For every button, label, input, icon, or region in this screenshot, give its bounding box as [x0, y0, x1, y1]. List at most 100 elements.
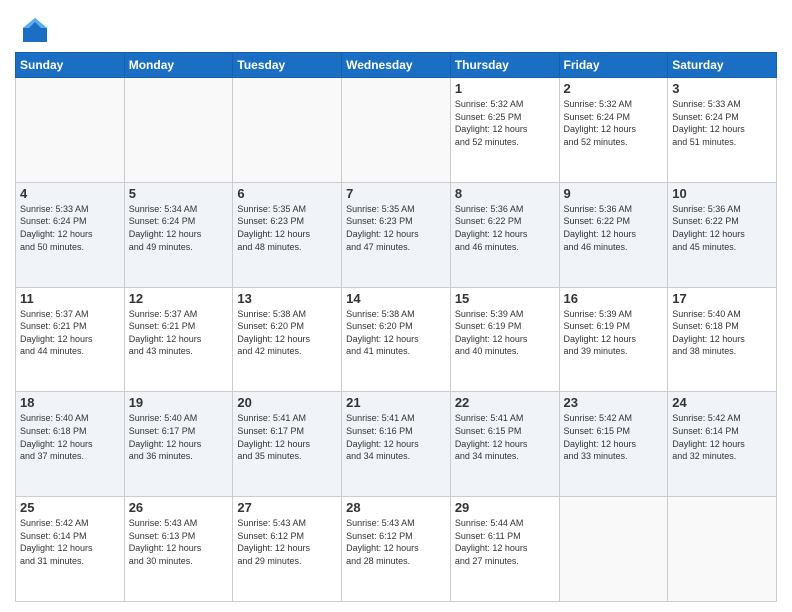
day-number: 17 [672, 291, 772, 306]
day-number: 10 [672, 186, 772, 201]
calendar-cell: 29Sunrise: 5:44 AM Sunset: 6:11 PM Dayli… [450, 497, 559, 602]
weekday-header-sunday: Sunday [16, 53, 125, 78]
calendar-cell: 25Sunrise: 5:42 AM Sunset: 6:14 PM Dayli… [16, 497, 125, 602]
day-info: Sunrise: 5:36 AM Sunset: 6:22 PM Dayligh… [672, 203, 772, 253]
day-number: 24 [672, 395, 772, 410]
day-number: 5 [129, 186, 229, 201]
day-number: 27 [237, 500, 337, 515]
weekday-header-thursday: Thursday [450, 53, 559, 78]
calendar-cell: 11 Sunrise: 5:37 AM Sunset: 6:21 PM Dayli… [16, 287, 125, 392]
day-info: Sunrise: 5:35 AM Sunset: 6:23 PM Dayligh… [346, 203, 446, 253]
calendar-cell: 20 Sunrise: 5:41 AM Sunset: 6:17 PM Dayli… [233, 392, 342, 497]
calendar-cell: 17 Sunrise: 5:40 AM Sunset: 6:18 PM Dayli… [668, 287, 777, 392]
calendar-cell: 2 Sunrise: 5:32 AM Sunset: 6:24 PM Daylig… [559, 78, 668, 183]
day-info: Sunrise: 5:40 AM Sunset: 6:18 PM Dayligh… [20, 412, 120, 462]
day-info: Sunrise: 5:34 AM Sunset: 6:24 PM Dayligh… [129, 203, 229, 253]
day-number: 22 [455, 395, 555, 410]
calendar-cell: 18Sunrise: 5:40 AM Sunset: 6:18 PM Dayli… [16, 392, 125, 497]
day-number: 7 [346, 186, 446, 201]
calendar-cell: 23 Sunrise: 5:42 AM Sunset: 6:15 PM Dayli… [559, 392, 668, 497]
day-number: 3 [672, 81, 772, 96]
day-info: Sunrise: 5:41 AM Sunset: 6:16 PM Dayligh… [346, 412, 446, 462]
week-row-5: 25Sunrise: 5:42 AM Sunset: 6:14 PM Dayli… [16, 497, 777, 602]
calendar-cell: 22 Sunrise: 5:41 AM Sunset: 6:15 PM Dayli… [450, 392, 559, 497]
day-info: Sunrise: 5:42 AM Sunset: 6:14 PM Dayligh… [672, 412, 772, 462]
calendar-cell [559, 497, 668, 602]
calendar-cell [342, 78, 451, 183]
week-row-3: 11 Sunrise: 5:37 AM Sunset: 6:21 PM Dayli… [16, 287, 777, 392]
calendar-cell: 24 Sunrise: 5:42 AM Sunset: 6:14 PM Dayli… [668, 392, 777, 497]
calendar-cell: 12 Sunrise: 5:37 AM Sunset: 6:21 PM Dayli… [124, 287, 233, 392]
day-info: Sunrise: 5:43 AM Sunset: 6:12 PM Dayligh… [237, 517, 337, 567]
calendar-cell: 28 Sunrise: 5:43 AM Sunset: 6:12 PM Dayli… [342, 497, 451, 602]
day-info: Sunrise: 5:37 AM Sunset: 6:21 PM Dayligh… [129, 308, 229, 358]
day-number: 26 [129, 500, 229, 515]
day-number: 29 [455, 500, 555, 515]
calendar-cell: 6 Sunrise: 5:35 AM Sunset: 6:23 PM Daylig… [233, 182, 342, 287]
calendar-cell: 21 Sunrise: 5:41 AM Sunset: 6:16 PM Dayli… [342, 392, 451, 497]
day-number: 15 [455, 291, 555, 306]
day-info: Sunrise: 5:38 AM Sunset: 6:20 PM Dayligh… [346, 308, 446, 358]
day-info: Sunrise: 5:33 AM Sunset: 6:24 PM Dayligh… [20, 203, 120, 253]
day-info: Sunrise: 5:33 AM Sunset: 6:24 PM Dayligh… [672, 98, 772, 148]
weekday-header-wednesday: Wednesday [342, 53, 451, 78]
day-info: Sunrise: 5:42 AM Sunset: 6:15 PM Dayligh… [564, 412, 664, 462]
weekday-header-monday: Monday [124, 53, 233, 78]
day-info: Sunrise: 5:32 AM Sunset: 6:24 PM Dayligh… [564, 98, 664, 148]
calendar-cell [124, 78, 233, 183]
day-info: Sunrise: 5:35 AM Sunset: 6:23 PM Dayligh… [237, 203, 337, 253]
calendar-cell: 5 Sunrise: 5:34 AM Sunset: 6:24 PM Daylig… [124, 182, 233, 287]
weekday-header-tuesday: Tuesday [233, 53, 342, 78]
week-row-4: 18Sunrise: 5:40 AM Sunset: 6:18 PM Dayli… [16, 392, 777, 497]
calendar-table: SundayMondayTuesdayWednesdayThursdayFrid… [15, 52, 777, 602]
calendar-cell: 13Sunrise: 5:38 AM Sunset: 6:20 PM Dayli… [233, 287, 342, 392]
day-number: 9 [564, 186, 664, 201]
day-number: 23 [564, 395, 664, 410]
day-number: 1 [455, 81, 555, 96]
day-number: 6 [237, 186, 337, 201]
weekday-header-saturday: Saturday [668, 53, 777, 78]
day-number: 12 [129, 291, 229, 306]
day-number: 2 [564, 81, 664, 96]
calendar-cell: 16Sunrise: 5:39 AM Sunset: 6:19 PM Dayli… [559, 287, 668, 392]
day-info: Sunrise: 5:37 AM Sunset: 6:21 PM Dayligh… [20, 308, 120, 358]
day-number: 21 [346, 395, 446, 410]
day-number: 11 [20, 291, 120, 306]
calendar-cell: 4 Sunrise: 5:33 AM Sunset: 6:24 PM Daylig… [16, 182, 125, 287]
header [15, 10, 777, 46]
calendar-cell [16, 78, 125, 183]
calendar-cell: 8 Sunrise: 5:36 AM Sunset: 6:22 PM Daylig… [450, 182, 559, 287]
calendar-cell: 14 Sunrise: 5:38 AM Sunset: 6:20 PM Dayli… [342, 287, 451, 392]
day-number: 8 [455, 186, 555, 201]
calendar-cell: 1Sunrise: 5:32 AM Sunset: 6:25 PM Daylig… [450, 78, 559, 183]
calendar-cell: 26 Sunrise: 5:43 AM Sunset: 6:13 PM Dayli… [124, 497, 233, 602]
calendar-cell: 9Sunrise: 5:36 AM Sunset: 6:22 PM Daylig… [559, 182, 668, 287]
day-info: Sunrise: 5:40 AM Sunset: 6:18 PM Dayligh… [672, 308, 772, 358]
weekday-header-row: SundayMondayTuesdayWednesdayThursdayFrid… [16, 53, 777, 78]
calendar-cell: 27 Sunrise: 5:43 AM Sunset: 6:12 PM Dayli… [233, 497, 342, 602]
day-number: 4 [20, 186, 120, 201]
day-info: Sunrise: 5:40 AM Sunset: 6:17 PM Dayligh… [129, 412, 229, 462]
day-info: Sunrise: 5:41 AM Sunset: 6:15 PM Dayligh… [455, 412, 555, 462]
day-info: Sunrise: 5:39 AM Sunset: 6:19 PM Dayligh… [455, 308, 555, 358]
week-row-1: 1Sunrise: 5:32 AM Sunset: 6:25 PM Daylig… [16, 78, 777, 183]
calendar-cell: 19 Sunrise: 5:40 AM Sunset: 6:17 PM Dayli… [124, 392, 233, 497]
day-info: Sunrise: 5:42 AM Sunset: 6:14 PM Dayligh… [20, 517, 120, 567]
day-number: 20 [237, 395, 337, 410]
calendar-cell: 7 Sunrise: 5:35 AM Sunset: 6:23 PM Daylig… [342, 182, 451, 287]
day-info: Sunrise: 5:43 AM Sunset: 6:12 PM Dayligh… [346, 517, 446, 567]
day-info: Sunrise: 5:41 AM Sunset: 6:17 PM Dayligh… [237, 412, 337, 462]
day-number: 13 [237, 291, 337, 306]
calendar-cell [233, 78, 342, 183]
day-number: 28 [346, 500, 446, 515]
day-info: Sunrise: 5:36 AM Sunset: 6:22 PM Dayligh… [455, 203, 555, 253]
logo [15, 14, 51, 46]
day-number: 14 [346, 291, 446, 306]
calendar-cell [668, 497, 777, 602]
day-info: Sunrise: 5:39 AM Sunset: 6:19 PM Dayligh… [564, 308, 664, 358]
calendar-cell: 15 Sunrise: 5:39 AM Sunset: 6:19 PM Dayli… [450, 287, 559, 392]
day-info: Sunrise: 5:43 AM Sunset: 6:13 PM Dayligh… [129, 517, 229, 567]
calendar-cell: 10 Sunrise: 5:36 AM Sunset: 6:22 PM Dayli… [668, 182, 777, 287]
day-number: 19 [129, 395, 229, 410]
page: SundayMondayTuesdayWednesdayThursdayFrid… [0, 0, 792, 612]
